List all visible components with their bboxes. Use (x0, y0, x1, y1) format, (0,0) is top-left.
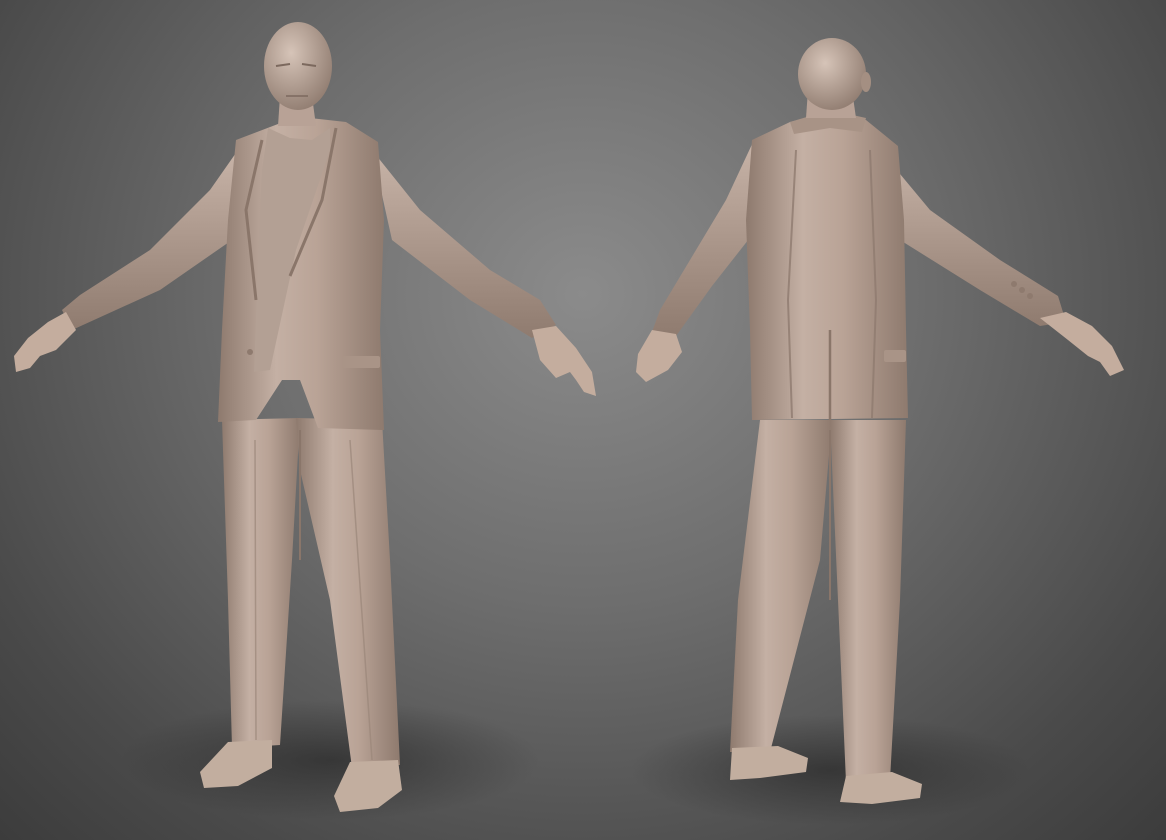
hand-left (636, 330, 682, 382)
trouser-left (730, 420, 832, 752)
hand-right (532, 326, 596, 396)
arm-left (652, 140, 756, 336)
trouser-left (222, 418, 300, 748)
jacket-back (746, 112, 908, 420)
figure-front-icon (14, 22, 596, 820)
hand-left (14, 312, 76, 372)
hand-right (1040, 312, 1124, 376)
arm-right (372, 150, 556, 338)
ground-shadow (630, 715, 1030, 825)
arm-right (880, 150, 1066, 326)
head-front (264, 22, 332, 110)
render-canvas (14, 22, 1124, 825)
figure-back-icon (630, 38, 1124, 825)
ground-shadow (120, 700, 540, 820)
head-back (798, 38, 866, 110)
render-viewport (0, 0, 1166, 840)
arm-left (62, 150, 238, 330)
